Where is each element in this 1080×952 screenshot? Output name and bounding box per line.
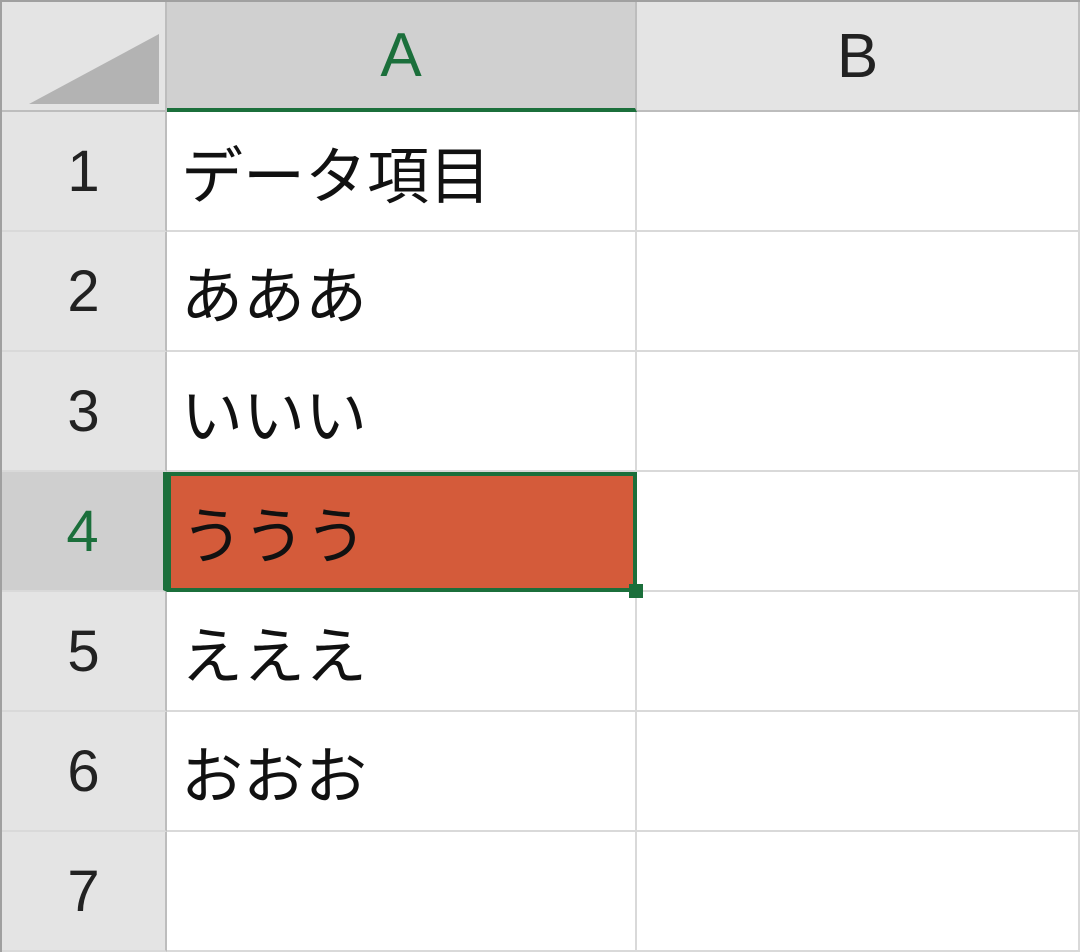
select-all-triangle-icon [29, 34, 159, 104]
cell-A4[interactable]: ううう [167, 472, 637, 592]
cell-A7[interactable] [167, 832, 637, 952]
cell-A2[interactable]: あああ [167, 232, 637, 352]
row-header-1[interactable]: 1 [2, 112, 167, 232]
cell-B4[interactable] [637, 472, 1080, 592]
row-header-4[interactable]: 4 [2, 472, 167, 592]
cell-B6[interactable] [637, 712, 1080, 832]
row-header-5[interactable]: 5 [2, 592, 167, 712]
row-header-7[interactable]: 7 [2, 832, 167, 952]
column-header-B[interactable]: B [637, 2, 1080, 112]
cell-A5[interactable]: えええ [167, 592, 637, 712]
spreadsheet: A B 1 2 3 4 5 6 7 データ項目 あああ いいい ううう えええ … [0, 0, 1080, 952]
cell-A3[interactable]: いいい [167, 352, 637, 472]
select-all-button[interactable] [2, 2, 167, 112]
row-header-6[interactable]: 6 [2, 712, 167, 832]
cell-B5[interactable] [637, 592, 1080, 712]
column-header-A[interactable]: A [167, 2, 637, 112]
cell-A6[interactable]: おおお [167, 712, 637, 832]
cell-B2[interactable] [637, 232, 1080, 352]
cell-B1[interactable] [637, 112, 1080, 232]
row-header-3[interactable]: 3 [2, 352, 167, 472]
cell-B3[interactable] [637, 352, 1080, 472]
row-header-2[interactable]: 2 [2, 232, 167, 352]
cell-A1[interactable]: データ項目 [167, 112, 637, 232]
cell-B7[interactable] [637, 832, 1080, 952]
